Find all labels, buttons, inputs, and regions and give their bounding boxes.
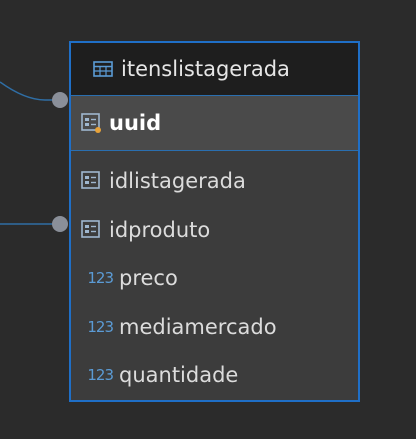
numeric-icon: 123 bbox=[87, 269, 114, 288]
table-header[interactable]: itenslistagerada bbox=[71, 43, 358, 96]
entity-table-card[interactable]: itenslistagerada uuid idlistagerada idpr… bbox=[69, 41, 360, 402]
column-name: idproduto bbox=[109, 217, 211, 242]
primary-key-label: uuid bbox=[109, 111, 162, 135]
column-row[interactable]: 123 preco bbox=[71, 254, 358, 303]
numeric-icon: 123 bbox=[87, 366, 114, 385]
column-name: idlistagerada bbox=[109, 169, 246, 194]
column-row[interactable]: idproduto bbox=[71, 206, 358, 255]
primary-key-row[interactable]: uuid bbox=[71, 96, 358, 151]
diagram-canvas: itenslistagerada uuid idlistagerada idpr… bbox=[0, 0, 416, 439]
column-list: idlistagerada idproduto 123 preco 123 me… bbox=[71, 151, 358, 400]
key-field-icon bbox=[81, 219, 100, 238]
column-name: mediamercado bbox=[119, 314, 277, 339]
column-row[interactable]: idlistagerada bbox=[71, 157, 358, 206]
column-name: preco bbox=[119, 266, 178, 291]
relationship-line-idlistagerada bbox=[0, 81, 60, 101]
relationship-dot-idlistagerada[interactable] bbox=[52, 92, 68, 108]
relationship-dot-idproduto[interactable] bbox=[52, 216, 68, 232]
numeric-icon: 123 bbox=[87, 317, 114, 336]
table-icon bbox=[93, 61, 113, 77]
column-row[interactable]: 123 quantidade bbox=[71, 351, 358, 400]
column-row[interactable]: 123 mediamercado bbox=[71, 303, 358, 352]
column-name: quantidade bbox=[119, 363, 239, 388]
table-name: itenslistagerada bbox=[121, 57, 290, 81]
key-field-icon bbox=[81, 171, 100, 190]
primary-key-icon bbox=[81, 113, 101, 133]
